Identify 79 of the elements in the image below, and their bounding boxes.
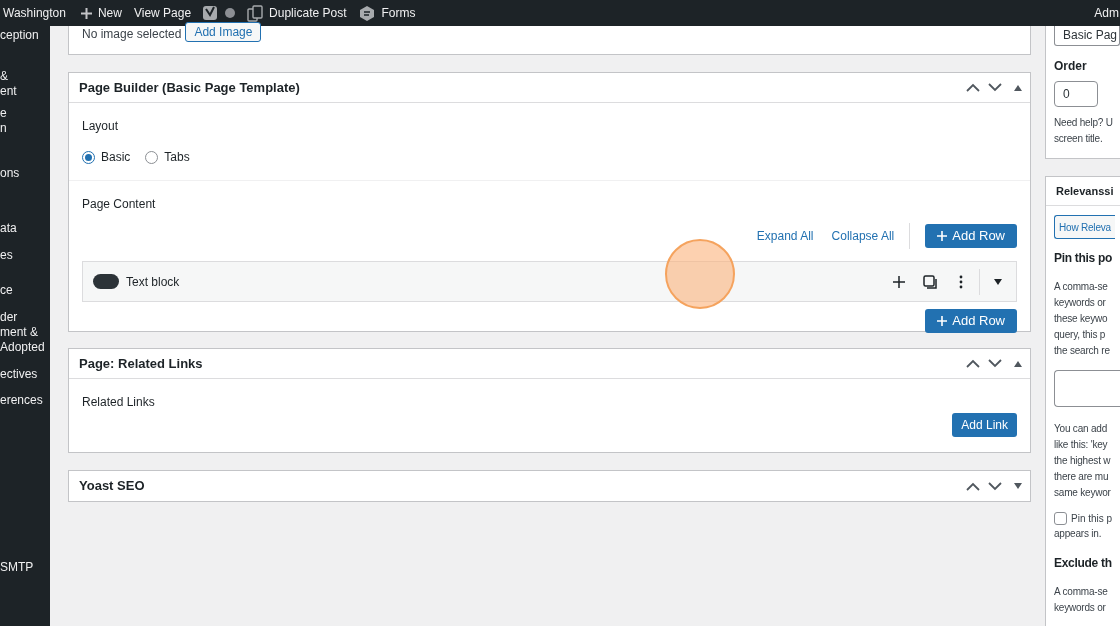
view-page-link[interactable]: View Page — [133, 4, 192, 22]
description-text: A comma-se — [1054, 585, 1109, 599]
sidebar-item[interactable]: erences — [0, 393, 50, 408]
panel-title: Relevanssi — [1056, 183, 1114, 199]
sidebar-item[interactable]: ception — [0, 28, 50, 43]
sidebar-item[interactable]: der ment & Adopted — [0, 310, 50, 355]
how-relevanssi-button[interactable]: How Releva — [1054, 215, 1115, 239]
layout-radio[interactable]: Tabs — [145, 148, 190, 166]
panel-title: Page Builder (Basic Page Template) — [79, 78, 301, 97]
related-links-label: Related Links — [82, 394, 156, 411]
plus-icon — [937, 316, 948, 326]
add-link-button[interactable]: Add Link — [952, 413, 1017, 437]
layout-radio[interactable]: Basic — [82, 148, 131, 166]
description-text: query, this p — [1054, 328, 1107, 342]
add-image-button[interactable]: Add Image — [185, 22, 262, 42]
chevron-down-icon[interactable] — [988, 359, 1002, 368]
sidebar-item[interactable]: es — [0, 248, 50, 263]
description-text: A comma-se — [1054, 280, 1109, 294]
caret-icon[interactable] — [994, 278, 1002, 285]
plus-icon[interactable] — [893, 275, 905, 288]
description-text: appears in. — [1054, 527, 1103, 541]
description-text: the highest w — [1054, 454, 1112, 468]
page-content-label: Page Content — [82, 196, 157, 213]
help-text: Need help? U — [1054, 116, 1114, 130]
block-title: Text block — [126, 273, 181, 291]
sidebar-item[interactable]: ectives — [0, 367, 50, 382]
copy-icon[interactable] — [923, 274, 937, 289]
description-text: the search re — [1054, 344, 1111, 358]
add-row-button[interactable]: Add Row — [925, 224, 1017, 248]
pin-heading: Pin this po — [1054, 250, 1114, 267]
order-label: Order — [1054, 58, 1088, 75]
new-link[interactable]: New — [80, 4, 122, 22]
exclude-heading: Exclude th — [1054, 555, 1113, 572]
site-name-link[interactable]: Washington — [3, 4, 66, 22]
forms-link[interactable]: Forms — [381, 4, 416, 22]
image-status: No image selected — [82, 26, 182, 43]
sidebar-item[interactable]: ons — [0, 166, 50, 181]
expand-triangle-icon[interactable] — [1014, 483, 1022, 489]
sidebar-item[interactable]: SMTP — [0, 560, 50, 575]
hexagon-icon[interactable] — [360, 5, 375, 21]
description-text: there are mu — [1054, 470, 1110, 484]
chevron-down-icon[interactable] — [988, 481, 1002, 491]
plus-icon — [937, 231, 948, 241]
panel-title: Yoast SEO — [79, 477, 146, 496]
description-text: You can add — [1054, 422, 1109, 436]
order-field[interactable]: 0 — [1054, 81, 1098, 107]
chevron-up-icon[interactable] — [966, 481, 980, 491]
plus-icon — [80, 7, 92, 19]
description-text: keywords or — [1054, 296, 1107, 310]
description-text: these keywo — [1054, 312, 1109, 326]
sidebar-item[interactable]: ce — [0, 283, 50, 298]
sidebar-item[interactable]: e n — [0, 106, 50, 136]
more-icon[interactable] — [959, 274, 963, 289]
seo-logo-icon[interactable] — [203, 5, 218, 21]
sidebar-item[interactable]: & ent — [0, 69, 50, 99]
toggle-icon[interactable] — [93, 274, 119, 289]
chevron-up-icon[interactable] — [966, 83, 980, 92]
description-text: keywords or — [1054, 601, 1107, 615]
collapse-all-link[interactable]: Collapse All — [831, 227, 895, 245]
layout-label: Layout — [82, 118, 120, 135]
chevron-up-icon[interactable] — [966, 359, 980, 368]
collapse-triangle-icon[interactable] — [1014, 84, 1022, 91]
sidebar-item[interactable]: ata — [0, 221, 50, 236]
checkbox[interactable] — [1054, 512, 1067, 525]
description-text: like this: 'key — [1054, 438, 1109, 452]
description-text: same keywor — [1054, 486, 1112, 500]
chevron-down-icon[interactable] — [988, 83, 1002, 92]
help-text: screen title. — [1054, 132, 1104, 146]
copy-icon[interactable] — [247, 4, 265, 22]
expand-all-link[interactable]: Expand All — [756, 227, 814, 245]
add-row-button[interactable]: Add Row — [925, 309, 1017, 333]
panel-title: Page: Related Links — [79, 354, 204, 373]
keywords-field[interactable] — [1054, 370, 1120, 407]
text-block-row[interactable]: Text block — [82, 261, 1017, 302]
collapse-triangle-icon[interactable] — [1014, 360, 1022, 367]
pin-checkbox-row[interactable]: Pin this p — [1054, 511, 1120, 526]
template-select[interactable]: Basic Pag — [1054, 26, 1120, 46]
duplicate-post-link[interactable]: Duplicate Post — [269, 4, 347, 22]
account-link[interactable]: Adm — [1094, 4, 1119, 22]
